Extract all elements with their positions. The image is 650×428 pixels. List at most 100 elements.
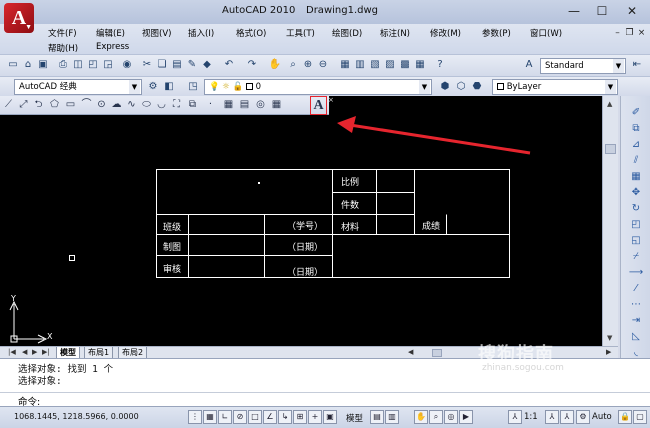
point-icon[interactable]: ·: [204, 98, 217, 112]
showmotion-icon[interactable]: ▶: [459, 410, 473, 424]
text-style-select[interactable]: Standard ▼: [540, 58, 626, 74]
multiline-text-icon[interactable]: A: [310, 96, 327, 115]
menu-window[interactable]: 窗口(W): [530, 27, 562, 39]
annotation-scale-value[interactable]: 1:1: [524, 412, 538, 422]
menu-format[interactable]: 格式(O): [236, 27, 266, 39]
help-icon[interactable]: ?: [433, 58, 447, 72]
circle-icon[interactable]: ⊙: [95, 98, 108, 112]
minimize-button[interactable]: —: [560, 2, 588, 20]
insert-block-icon[interactable]: ⛶: [170, 98, 183, 112]
last-tab-icon[interactable]: ▶|: [42, 347, 50, 358]
copy-object-icon[interactable]: ⧉: [628, 122, 644, 136]
menu-dimension[interactable]: 标注(N): [380, 27, 410, 39]
open-icon[interactable]: ⌂: [21, 58, 35, 72]
cut-icon[interactable]: ✂: [140, 58, 154, 72]
new-icon[interactable]: ▭: [6, 58, 20, 72]
zoom-window-icon[interactable]: ⊕: [301, 58, 315, 72]
move-icon[interactable]: ✥: [628, 186, 644, 200]
undo-icon[interactable]: ↶: [222, 58, 236, 72]
auto-scale-icon[interactable]: ⅄: [560, 410, 574, 424]
preview-icon[interactable]: ◫: [71, 58, 85, 72]
menu-parametric[interactable]: 参数(P): [482, 27, 511, 39]
close-button[interactable]: ✕: [618, 2, 646, 20]
mdi-minimize-button[interactable]: –: [612, 28, 623, 39]
spline-icon[interactable]: ∿: [125, 98, 138, 112]
autocad-logo-icon[interactable]: A ▼: [4, 3, 34, 33]
workspace-switch-icon[interactable]: ⚙: [576, 410, 590, 424]
block-editor-icon[interactable]: ◆: [200, 58, 214, 72]
3d-dwf-icon[interactable]: ◉: [120, 58, 134, 72]
clean-screen-icon[interactable]: ▢: [633, 410, 647, 424]
first-tab-icon[interactable]: |◀: [8, 347, 16, 358]
menu-modify[interactable]: 修改(M): [430, 27, 461, 39]
markup-icon[interactable]: ▩: [398, 58, 412, 72]
close-icon[interactable]: ×: [328, 96, 334, 104]
mdi-close-button[interactable]: ×: [636, 28, 647, 39]
make-object-layer-current-icon[interactable]: ⬢: [438, 80, 452, 94]
publish-icon[interactable]: ◰: [86, 58, 100, 72]
table-icon[interactable]: ▦: [270, 98, 283, 112]
copy-icon[interactable]: ❏: [155, 58, 169, 72]
mirror-icon[interactable]: ⊿: [628, 138, 644, 152]
chamfer-icon[interactable]: ◺: [628, 330, 644, 344]
workspace-select[interactable]: AutoCAD 经典 ▼: [14, 79, 142, 95]
hatch-icon[interactable]: ▦: [222, 98, 235, 112]
arc-icon[interactable]: ⌒: [80, 98, 93, 112]
layer-manager-icon[interactable]: ◳: [186, 80, 200, 94]
menu-view[interactable]: 视图(V): [142, 27, 171, 39]
steering-wheel-icon[interactable]: ◎: [444, 410, 458, 424]
color-select[interactable]: ByLayer ▼: [492, 79, 618, 95]
lineweight-icon[interactable]: +: [308, 410, 322, 424]
ellipse-arc-icon[interactable]: ◡: [155, 98, 168, 112]
menu-help[interactable]: 帮助(H): [48, 42, 78, 54]
menu-draw[interactable]: 绘图(D): [332, 27, 362, 39]
break-icon[interactable]: ⋯: [628, 298, 644, 312]
pan-status-icon[interactable]: ✋: [414, 410, 428, 424]
region-icon[interactable]: ◎: [254, 98, 267, 112]
quick-properties-icon[interactable]: ▣: [323, 410, 337, 424]
polyline-icon[interactable]: ⮌: [32, 98, 45, 112]
auto-label[interactable]: Auto: [592, 412, 612, 422]
make-block-icon[interactable]: ⧉: [186, 98, 199, 112]
menu-file[interactable]: 文件(F): [48, 27, 77, 39]
toolbar-lock-icon[interactable]: 🔒: [618, 410, 632, 424]
offset-icon[interactable]: ⫽: [628, 154, 644, 168]
polygon-icon[interactable]: ⬠: [48, 98, 61, 112]
ellipse-icon[interactable]: ⬭: [140, 98, 153, 112]
plot-icon[interactable]: ◲: [101, 58, 115, 72]
redo-icon[interactable]: ↷: [245, 58, 259, 72]
scale-icon[interactable]: ◰: [628, 218, 644, 232]
drawing-canvas[interactable]: ⟋ ⤢ ⮌ ⬠ ▭ ⌒ ⊙ ☁ ∿ ⬭ ◡ ⛶ ⧉ · ▦ ▤ ◎ ▦ A ×: [0, 96, 618, 346]
paste-icon[interactable]: ▤: [170, 58, 184, 72]
menu-express[interactable]: Express: [96, 42, 129, 52]
zoom-status-icon[interactable]: ⌕: [429, 410, 443, 424]
rectangle-icon[interactable]: ▭: [64, 98, 77, 112]
grid-display-icon[interactable]: ▦: [203, 410, 217, 424]
scroll-thumb[interactable]: [605, 144, 616, 154]
quick-view-drawings-icon[interactable]: ▥: [385, 410, 399, 424]
zoom-realtime-icon[interactable]: ⌕: [286, 58, 300, 72]
tool-palettes-icon[interactable]: ▧: [368, 58, 382, 72]
menu-edit[interactable]: 编辑(E): [96, 27, 125, 39]
dynamic-ucs-icon[interactable]: ↳: [278, 410, 292, 424]
array-icon[interactable]: ▦: [628, 170, 644, 184]
revision-cloud-icon[interactable]: ☁: [110, 98, 123, 112]
ortho-mode-icon[interactable]: ∟: [218, 410, 232, 424]
menu-tools[interactable]: 工具(T): [286, 27, 315, 39]
polar-tracking-icon[interactable]: ⊘: [233, 410, 247, 424]
model-space-label[interactable]: 模型: [346, 412, 363, 424]
workspace-save-icon[interactable]: ◧: [162, 80, 176, 94]
save-icon[interactable]: ▣: [36, 58, 50, 72]
extend-icon[interactable]: ⟶: [628, 266, 644, 280]
vertical-scrollbar[interactable]: ▲ ▼: [602, 96, 618, 346]
quick-view-layouts-icon[interactable]: ▤: [370, 410, 384, 424]
stretch-icon[interactable]: ◱: [628, 234, 644, 248]
construction-line-icon[interactable]: ⤢: [17, 98, 30, 112]
pan-icon[interactable]: ✋: [268, 58, 282, 72]
break-at-point-icon[interactable]: ⁄: [628, 282, 644, 296]
dynamic-input-icon[interactable]: ⊞: [293, 410, 307, 424]
command-input[interactable]: 命令:: [0, 392, 650, 408]
object-snap-icon[interactable]: □: [248, 410, 262, 424]
join-icon[interactable]: ⇥: [628, 314, 644, 328]
scroll-right-icon[interactable]: ▶: [606, 347, 611, 358]
